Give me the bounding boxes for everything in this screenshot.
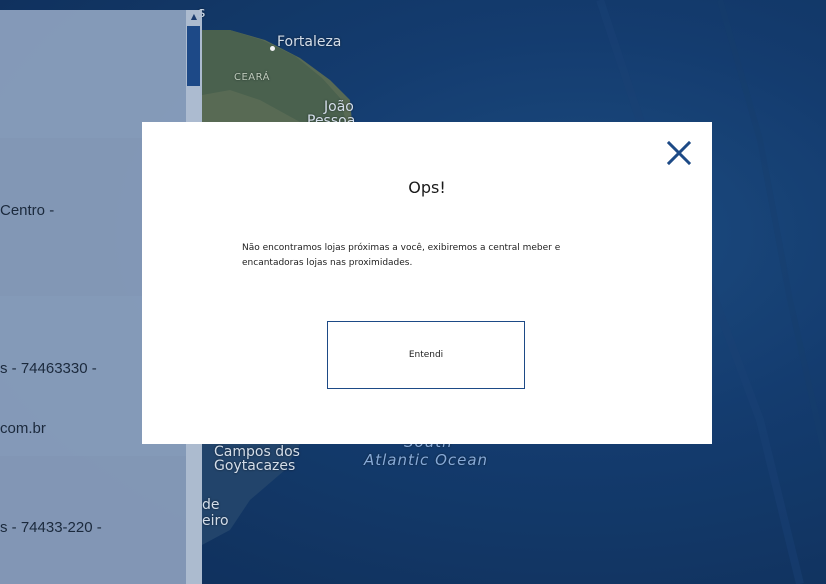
close-button[interactable] — [666, 140, 692, 166]
no-stores-dialog: Ops! Não encontramos lojas próximas a vo… — [142, 122, 712, 444]
dialog-message: Não encontramos lojas próximas a você, e… — [242, 243, 561, 268]
dialog-title: Ops! — [408, 178, 446, 197]
close-icon — [666, 140, 692, 166]
understood-button[interactable]: Entendi — [327, 321, 525, 389]
